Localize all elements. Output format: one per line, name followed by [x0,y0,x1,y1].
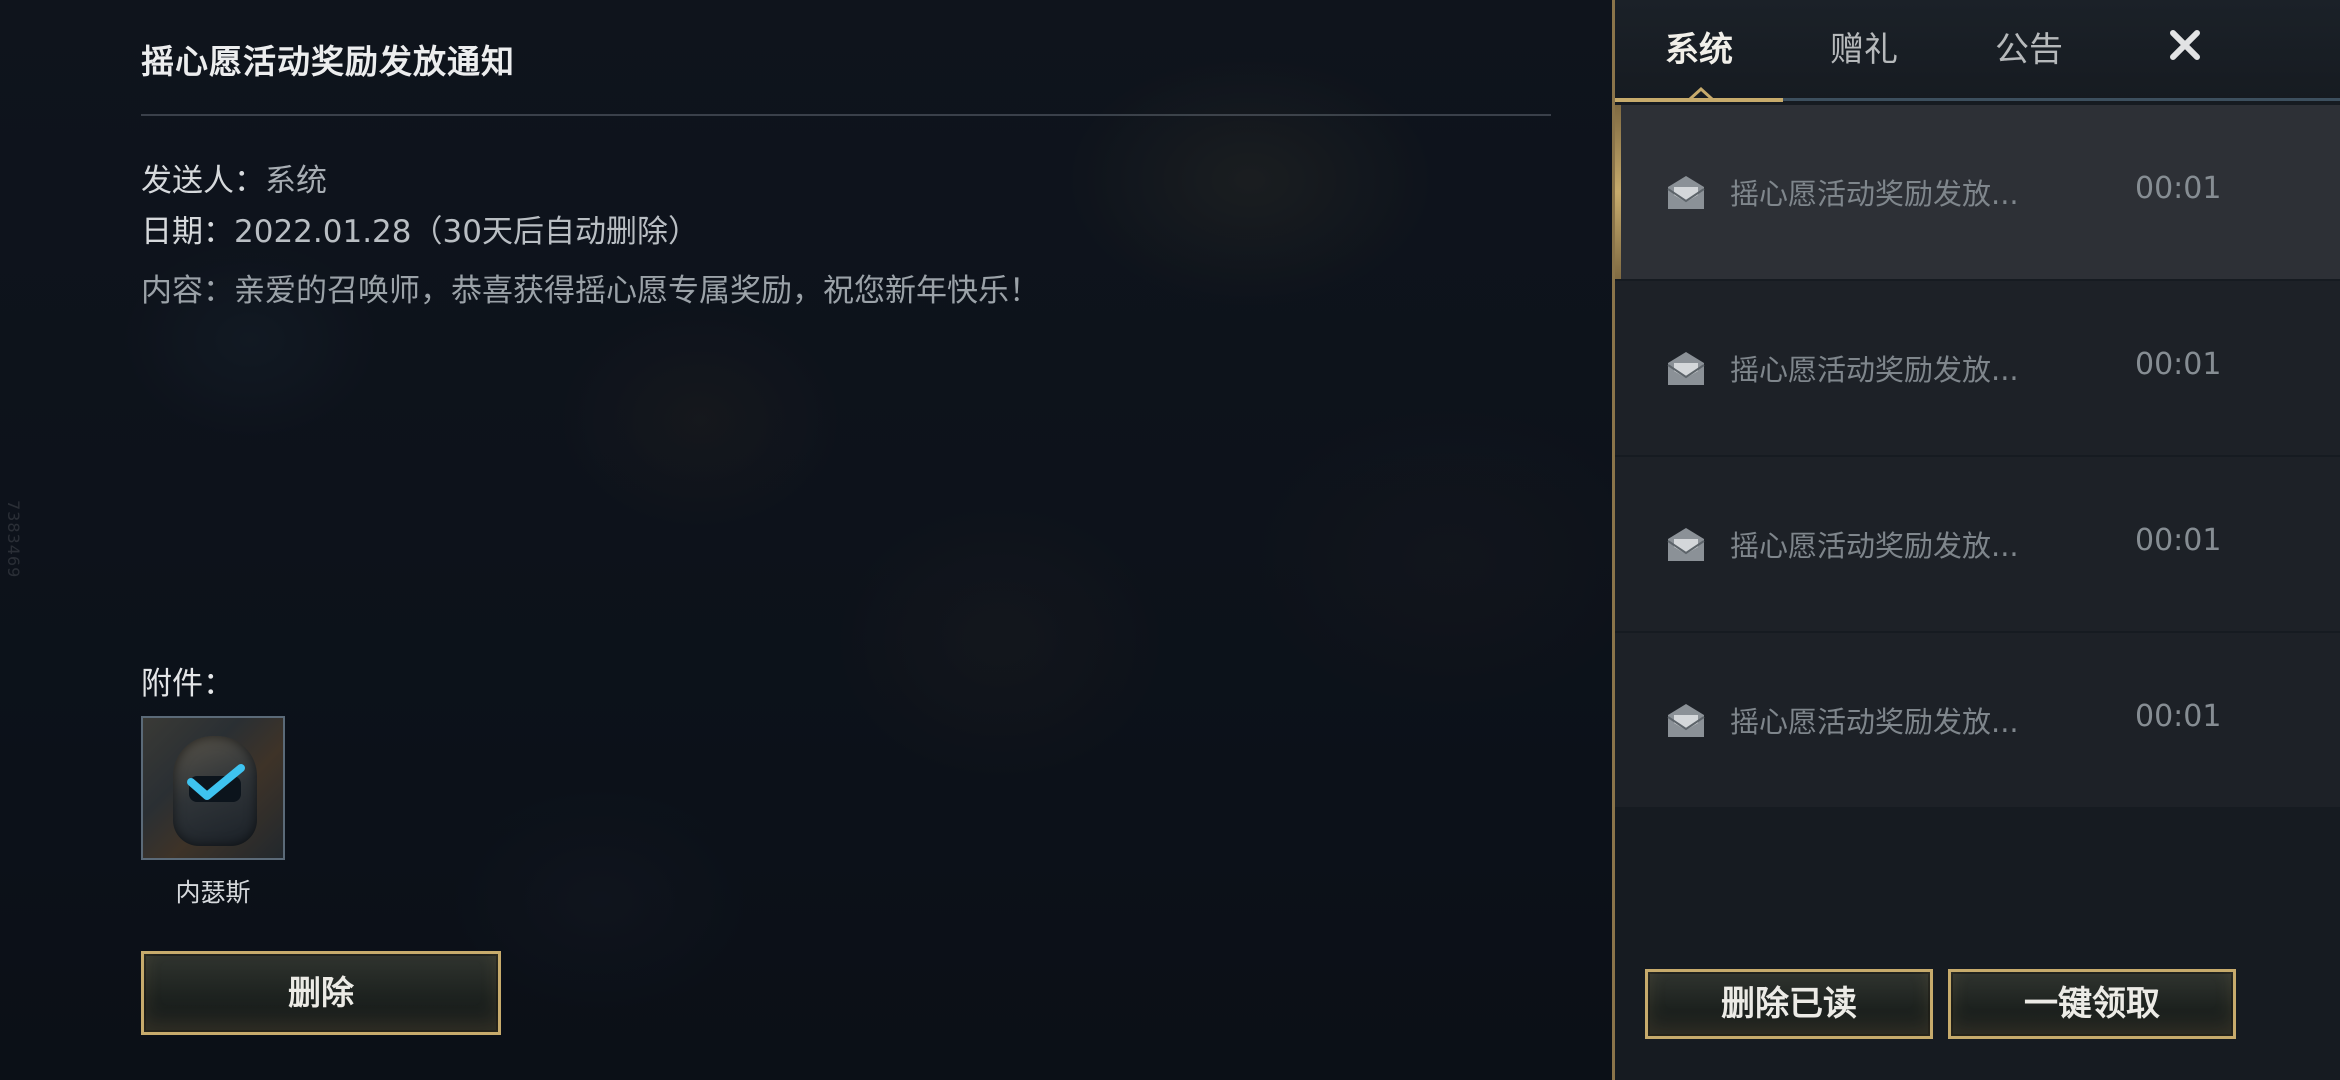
date-row: 日期：2022.01.28（30天后自动删除） [141,206,699,251]
mail-time: 00:01 [2135,171,2222,206]
delete-read-button[interactable]: 删除已读 [1645,969,1933,1039]
sender-value: 系统 [265,163,327,199]
attachment-label: 附件： [141,666,234,702]
mail-subject: 摇心愿活动奖励发放... [1730,705,2019,739]
mail-list-item[interactable]: 摇心愿活动奖励发放... 00:01 [1615,105,2340,279]
mail-list-item[interactable]: 摇心愿活动奖励发放... 00:01 [1615,281,2340,455]
tab-gift[interactable]: 赠礼 [1830,22,1898,71]
mail-time: 00:01 [2135,699,2222,734]
mail-title: 摇心愿活动奖励发放通知 [141,42,515,81]
date-value: 2022.01.28（30天后自动删除） [234,214,699,250]
title-divider [141,114,1551,116]
active-tab-caret-icon [1688,86,1714,100]
tab-system[interactable]: 系统 [1665,22,1733,71]
attachment-name: 内瑟斯 [175,878,251,907]
content-value: 亲爱的召唤师，恭喜获得摇心愿专属奖励，祝您新年快乐！ [234,273,1040,309]
mail-tabs: 系统 赠礼 公告 [1615,0,2340,102]
mail-list: 摇心愿活动奖励发放... 00:01 摇心愿活动奖励发放... 00:01 摇心… [1615,105,2340,809]
opened-mail-icon [1667,352,1705,385]
mail-subject: 摇心愿活动奖励发放... [1730,353,2019,387]
content-label: 内容： [141,273,234,309]
mail-subject: 摇心愿活动奖励发放... [1730,177,2019,211]
attachment-item[interactable] [141,716,285,860]
opened-mail-icon [1667,704,1705,737]
mail-list-item[interactable]: 摇心愿活动奖励发放... 00:01 [1615,633,2340,807]
opened-mail-icon [1667,176,1705,209]
mail-list-panel: 系统 赠礼 公告 摇心愿活动奖励发放... 00:01 摇心愿活动奖励发放...… [1612,0,2340,1080]
close-icon[interactable] [2160,20,2210,70]
mail-subject: 摇心愿活动奖励发放... [1730,529,2019,563]
sender-row: 发送人：系统 [141,155,327,200]
tab-notice[interactable]: 公告 [1995,22,2063,71]
opened-mail-icon [1667,528,1705,561]
delete-mail-button[interactable]: 删除 [141,951,501,1035]
content-row: 内容：亲爱的召唤师，恭喜获得摇心愿专属奖励，祝您新年快乐！ [141,265,1040,310]
claimed-check-icon [187,764,245,800]
mail-time: 00:01 [2135,523,2222,558]
side-watermark: 7383469 [4,500,23,579]
mail-list-item[interactable]: 摇心愿活动奖励发放... 00:01 [1615,457,2340,631]
sender-label: 发送人： [141,163,265,199]
mail-time: 00:01 [2135,347,2222,382]
date-label: 日期： [141,214,234,250]
claim-all-button[interactable]: 一键领取 [1948,969,2236,1039]
